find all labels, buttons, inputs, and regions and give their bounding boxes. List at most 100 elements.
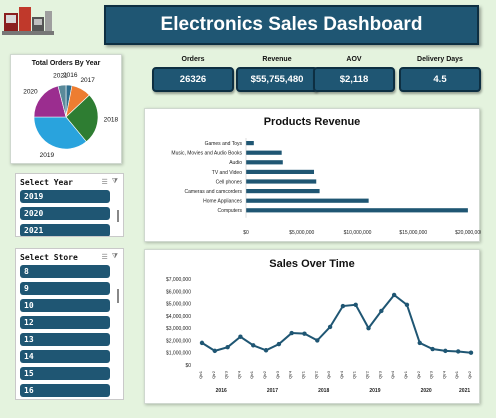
line-y-tick-label: $4,000,000 [166,314,191,320]
chart-title: Total Orders By Year [31,60,101,67]
line-y-tick-label: $7,000,000 [166,277,191,283]
slicer-item-store[interactable]: 12 [20,316,110,329]
line-x-tick-label: Qtr1 [352,370,357,379]
clear-filter-icon[interactable]: ⧩ [112,178,118,186]
line-x-tick-label: Qtr4 [441,370,446,379]
slicer-item-store[interactable]: 15 [20,367,110,380]
bar-0 [246,141,254,146]
bar-category-label: Cameras and camcorders [184,189,242,195]
line-x-tick-label: Qtr3 [429,370,434,379]
line-x-tick-label: Qtr1 [454,370,459,379]
line-point-19 [443,348,448,354]
store-slicer: Select Store ☰ ⧩ 8 9 10 12 13 14 15 16 [15,248,124,400]
pie-label-2018: 2018 [104,117,119,124]
kpi-delivery-days: Delivery Days 4.5 [399,56,481,92]
kpi-revenue: Revenue $55,755,480 [236,56,318,92]
line-x-tick-label: Qtr1 [249,370,254,379]
bar-category-label: Cell phones [216,179,243,185]
slicer-item-store[interactable]: 14 [20,350,110,363]
line-x-tick-label: Qtr3 [275,370,280,379]
line-year-label: 2020 [421,388,432,394]
line-x-tick-label: Qtr4 [288,370,293,379]
orders-by-year-pie: 201620172018201920202021 [23,72,119,159]
slicer-item-store[interactable]: 16 [20,384,110,397]
page-title: Electronics Sales Dashboard [104,5,479,45]
bar-category-label: Audio [229,160,242,166]
line-point-9 [315,338,320,343]
line-point-18 [430,346,435,352]
line-point-12 [353,302,358,307]
slicer-item-store[interactable]: 9 [20,282,110,295]
slicer-scrollbar[interactable] [117,210,119,222]
line-y-tick-label: $2,000,000 [166,338,191,344]
bar-tick-label: $5,000,000 [289,230,314,236]
kpi-orders: Orders 26326 [152,56,234,92]
line-point-10 [327,324,333,330]
line-x-tick-label: Qtr1 [198,370,203,379]
line-x-tick-label: Qtr2 [211,370,216,379]
line-x-tick-label: Qtr3 [326,370,331,379]
bar-category-label: Music, Movies and Audio Books [171,151,242,157]
line-point-5 [263,348,269,353]
line-x-tick-label: Qtr2 [262,370,267,379]
line-x-tick-label: Qtr2 [467,370,472,379]
kpi-label: AOV [346,56,362,63]
line-y-tick-label: $6,000,000 [166,289,191,295]
clear-filter-icon[interactable]: ⧩ [112,253,118,261]
pie-label-2019: 2019 [40,152,55,159]
line-x-tick-label: Qtr4 [390,370,395,379]
kpi-label: Revenue [262,56,292,63]
bar-6 [246,198,369,203]
bar-category-label: Home Appliances [203,199,242,205]
slicer-item-store[interactable]: 13 [20,333,110,346]
bar-category-label: Computers [218,208,243,214]
line-y-tick-label: $1,000,000 [166,351,191,357]
line-x-tick-label: Qtr3 [377,370,382,379]
line-point-7 [289,330,294,336]
line-point-11 [340,303,346,309]
multi-select-icon[interactable]: ☰ [101,253,107,261]
line-point-14 [379,308,384,314]
kpi-value: 26326 [152,67,234,92]
line-x-tick-label: Qtr1 [403,370,408,379]
slicer-item-2020[interactable]: 2020 [20,207,110,220]
line-point-3 [238,334,243,339]
slicer-scrollbar[interactable] [117,289,119,303]
line-year-label: 2017 [267,388,278,394]
bar-4 [246,179,317,184]
slicer-item-2021[interactable]: 2021 [20,224,110,236]
bar-tick-label: $15,000,000 [399,230,427,236]
line-point-1 [212,348,218,354]
line-x-tick-label: Qtr2 [416,370,421,379]
slicer-item-store[interactable]: 10 [20,299,110,312]
line-x-tick-label: Qtr1 [300,370,305,379]
bar-1 [246,150,282,155]
line-x-tick-label: Qtr3 [224,370,229,379]
bar-7 [246,208,468,213]
slicer-item-2019[interactable]: 2019 [20,190,110,203]
bar-tick-label: $20,000,000 [455,230,481,236]
line-year-label: 2019 [369,388,380,394]
chart-title: Products Revenue [263,116,361,128]
line-x-tick-label: Qtr2 [313,370,318,379]
kpi-value: $55,755,480 [236,67,318,92]
multi-select-icon[interactable]: ☰ [101,178,107,186]
line-y-tick-label: $0 [185,363,191,369]
kpi-aov: AOV $2,118 [313,56,395,92]
bar-category-label: TV and Video [212,170,242,176]
line-x-tick-label: Qtr2 [365,370,370,379]
bar-5 [246,189,320,194]
pie-label-2020: 2020 [23,88,38,95]
line-point-20 [455,349,461,354]
line-point-4 [251,343,256,348]
line-year-label: 2018 [318,388,329,394]
sales-line-series [201,293,472,354]
products-revenue-card: Products Revenue Games and Toys Music, Mo… [144,108,481,242]
slicer-item-store[interactable]: 8 [20,265,110,278]
line-x-tick-label: Qtr4 [236,370,241,379]
kpi-label: Orders [181,56,205,63]
slicer-title: Select Store [20,252,78,262]
line-point-0 [199,340,205,346]
line-year-label: 2021 [459,388,470,394]
bar-category-label: Games and Toys [205,141,243,147]
